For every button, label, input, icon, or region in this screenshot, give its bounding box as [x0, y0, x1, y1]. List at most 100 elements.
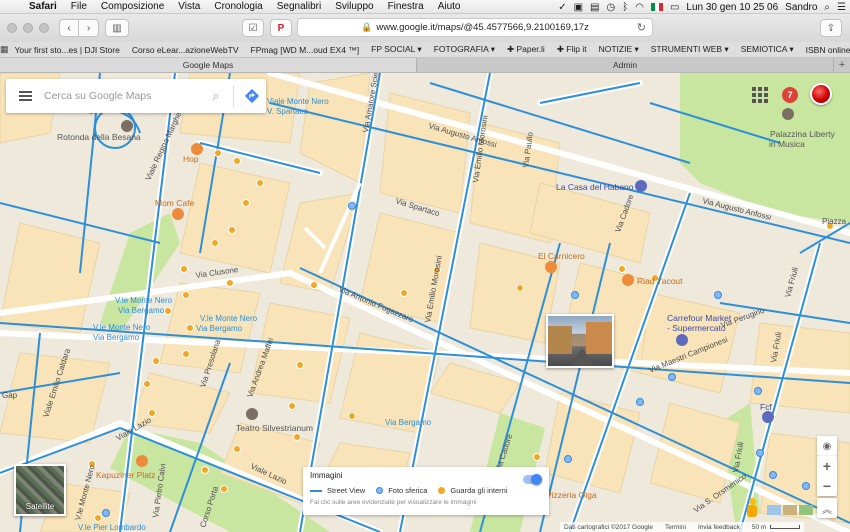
favorite-folder[interactable]: STRUMENTI WEB ▾: [645, 44, 735, 55]
minimize-window-button[interactable]: [23, 23, 33, 33]
bluetooth-icon[interactable]: ᛒ: [622, 2, 628, 13]
address-bar-url: www.google.it/maps/@45.4577566,9.2100169…: [376, 22, 589, 33]
zoom-in-button[interactable]: +: [823, 456, 831, 476]
tab-admin[interactable]: Admin: [417, 58, 834, 72]
place-label: - Supermercato: [667, 323, 726, 333]
imagery-toggle[interactable]: [523, 474, 542, 485]
tab-bar: Google Maps Admin +: [0, 58, 850, 73]
street-label: Viale Monte Nero: [267, 97, 329, 106]
scale-label: 50 m: [751, 523, 767, 531]
indoor-dot-icon: [438, 487, 446, 494]
google-apps-icon[interactable]: [751, 86, 769, 104]
street-label: Via Bergamo: [385, 418, 432, 427]
street-view-thumbnail[interactable]: [546, 314, 614, 368]
time-machine-icon[interactable]: ◷: [606, 2, 615, 13]
menu-app-safari[interactable]: Safari: [22, 1, 64, 12]
zoom-out-button[interactable]: −: [823, 476, 831, 496]
favorite-link[interactable]: Your first sto...es | DJI Store: [9, 45, 126, 55]
menu-cronologia[interactable]: Cronologia: [207, 1, 269, 12]
maps-search-input[interactable]: [44, 90, 203, 102]
menu-sviluppo[interactable]: Sviluppo: [328, 1, 380, 12]
scale-bar[interactable]: 50 m: [751, 523, 801, 531]
zoom-window-button[interactable]: [39, 23, 49, 33]
poi-carrefour-icon: [676, 334, 688, 346]
menu-finestra[interactable]: Finestra: [381, 1, 431, 12]
expand-imagery-button[interactable]: ︽: [817, 498, 837, 518]
directions-button[interactable]: [238, 88, 266, 104]
imagery-thumbnails[interactable]: [767, 505, 813, 515]
place-label: Rotonda della Besana: [57, 132, 141, 142]
favorite-link[interactable]: Corso eLear...azioneWebTV: [126, 45, 245, 55]
italian-flag-icon[interactable]: [650, 3, 663, 11]
wd-drive-icon[interactable]: ▤: [590, 2, 599, 13]
spotlight-search-icon[interactable]: ⌕: [824, 2, 830, 13]
street-label: Via Bergamo: [93, 333, 140, 342]
favorite-folder[interactable]: SEMIOTICA ▾: [735, 44, 800, 55]
legend-street-view: Street View: [327, 486, 366, 495]
chevron-right-icon: ›: [86, 22, 91, 34]
reload-icon[interactable]: ↻: [637, 21, 646, 34]
sidebar-toggle-button[interactable]: ▥: [105, 19, 129, 37]
poi-habano-icon: [635, 180, 647, 192]
new-tab-button[interactable]: +: [834, 58, 850, 72]
extension-checkbox-button[interactable]: ☑: [242, 19, 264, 37]
search-icon[interactable]: ⌕: [203, 89, 229, 104]
satellite-layer-button[interactable]: Satellite: [14, 464, 66, 516]
close-window-button[interactable]: [7, 23, 17, 33]
place-label: El Carnicero: [538, 251, 585, 261]
favorite-link[interactable]: FPmag [WD M...oud EX4 ™]: [245, 45, 366, 55]
my-location-button[interactable]: ◉: [817, 436, 837, 456]
address-bar[interactable]: 🔒 www.google.it/maps/@45.4577566,9.21001…: [297, 18, 653, 37]
forward-button[interactable]: ›: [79, 19, 99, 37]
favorite-link[interactable]: ✚ Paper.li: [501, 44, 551, 55]
window-controls: [7, 23, 49, 33]
clipboard-icon[interactable]: ▣: [574, 2, 583, 13]
pinterest-button[interactable]: P: [270, 19, 292, 37]
pegman-icon[interactable]: [745, 498, 759, 520]
menubar-clock[interactable]: Lun 30 gen 10 25 06: [686, 2, 778, 13]
account-avatar[interactable]: [810, 83, 832, 105]
menu-aiuto[interactable]: Aiuto: [431, 1, 468, 12]
top-sites-grid-icon[interactable]: ▦: [0, 44, 9, 55]
terms-link[interactable]: Termini: [665, 524, 686, 531]
favorite-folder[interactable]: FP SOCIAL ▾: [365, 44, 428, 55]
poi-palazzina-icon: [782, 108, 794, 120]
safari-toolbar: ‹ › ▥ ☑ P 🔒 www.google.it/maps/@45.45775…: [0, 14, 850, 42]
favorite-link[interactable]: ✚ Flip it: [551, 44, 593, 55]
street-label: V.le Monte Nero: [93, 323, 151, 332]
place-label: Carrefour Market: [667, 313, 732, 323]
place-label: Palazzina Liberty: [770, 129, 835, 139]
notification-center-icon[interactable]: ☰: [837, 2, 846, 13]
menubar-status-area: ✓ ▣ ▤ ◷ ᛒ ◠ ▭ Lun 30 gen 10 25 06 Sandro…: [558, 0, 846, 14]
place-label: Teatro Silvestrianum: [236, 423, 313, 433]
wifi-icon[interactable]: ◠: [635, 2, 644, 13]
street-view-line-icon: [310, 489, 322, 492]
favorite-link[interactable]: ISBN online: [800, 45, 850, 55]
notifications-badge[interactable]: 7: [782, 87, 798, 103]
check-icon[interactable]: ✓: [558, 2, 566, 13]
street-label: Via Friuli: [783, 266, 800, 298]
screen: Safari File Composizione Vista Cronologi…: [0, 0, 850, 532]
hamburger-menu-icon[interactable]: [6, 95, 44, 97]
tab-google-maps[interactable]: Google Maps: [0, 58, 417, 72]
favorite-folder[interactable]: FOTOGRAFIA ▾: [428, 44, 501, 55]
share-button[interactable]: ⇪: [820, 19, 842, 37]
map-canvas[interactable]: Via Augusto Anfossi Via Augusto Anfossi …: [0, 73, 850, 532]
poi-fcf-icon: [762, 411, 774, 423]
street-label: V.le Monte Nero: [200, 314, 258, 323]
feedback-link[interactable]: Invia feedback: [698, 524, 740, 531]
map-data-credit: Dati cartografici ©2017 Google: [564, 523, 653, 531]
menu-composizione[interactable]: Composizione: [94, 1, 171, 12]
place-label: Mom Cafe: [155, 198, 194, 208]
favorite-folder[interactable]: NOTIZIE ▾: [593, 44, 645, 55]
menubar-user[interactable]: Sandro: [785, 2, 817, 13]
back-button[interactable]: ‹: [59, 19, 79, 37]
imagery-panel: Immagini Street View Foto sferica Guarda…: [303, 467, 549, 515]
plus-icon: +: [838, 59, 846, 71]
menu-file[interactable]: File: [64, 1, 94, 12]
battery-icon[interactable]: ▭: [670, 2, 679, 13]
menu-segnalibri[interactable]: Segnalibri: [270, 1, 328, 12]
satellite-label: Satellite: [25, 502, 55, 511]
menu-vista[interactable]: Vista: [171, 1, 207, 12]
place-label: Fcf: [760, 402, 772, 412]
